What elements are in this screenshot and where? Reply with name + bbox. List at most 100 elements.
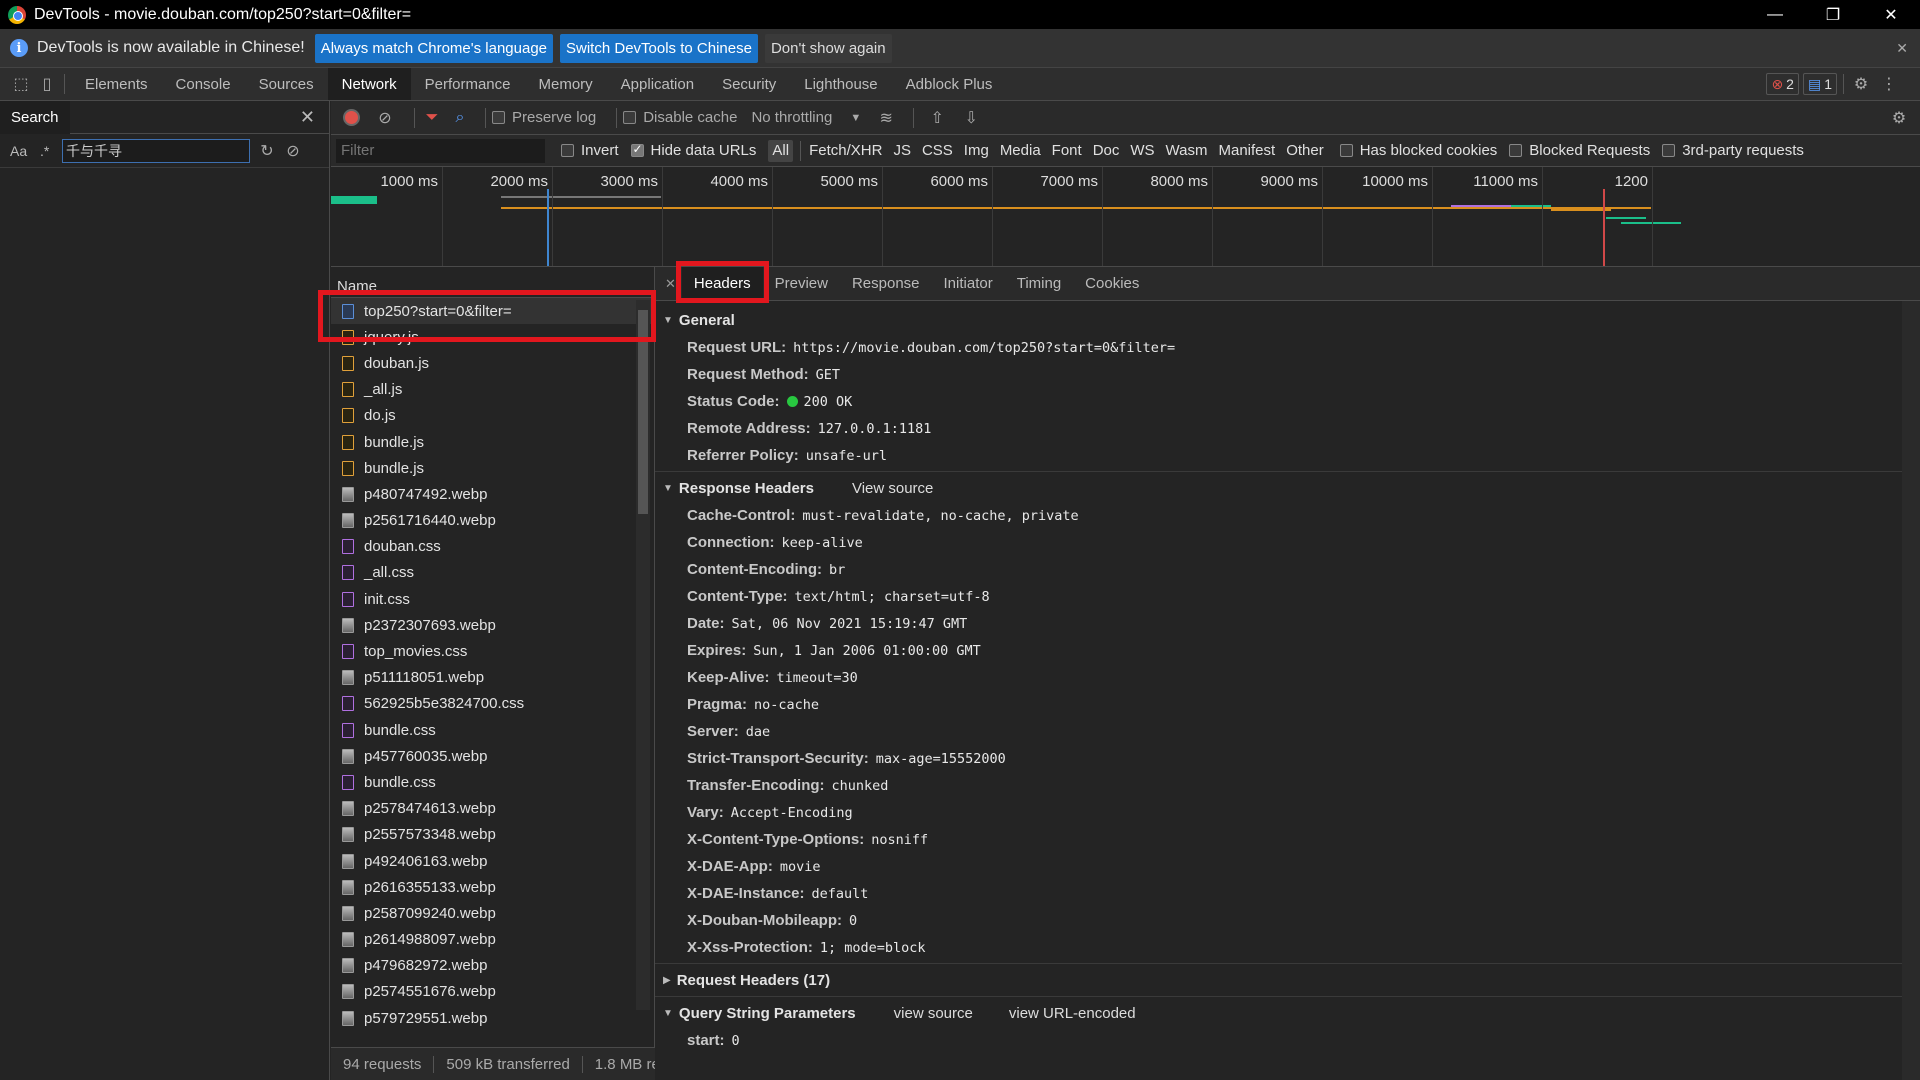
request-row[interactable]: top_movies.css [331,638,654,664]
request-list-scrollbar[interactable] [636,300,650,1010]
hide-data-urls-checkbox[interactable]: Hide data URLs [630,142,756,159]
request-row[interactable]: p579729551.webp [331,1005,654,1031]
request-row[interactable]: _all.js [331,377,654,403]
request-row[interactable]: _all.css [331,560,654,586]
request-row[interactable]: p2561716440.webp [331,508,654,534]
request-headers-section-header[interactable]: ▶ Request Headers (17) [655,966,1920,994]
request-row[interactable]: bundle.js [331,429,654,455]
filter-type-js[interactable]: JS [889,140,915,162]
search-icon[interactable]: ⌕ [449,107,471,129]
tab-preview[interactable]: Preview [763,267,840,300]
filter-type-doc[interactable]: Doc [1089,140,1124,162]
inspect-element-icon[interactable]: ⬚ [10,73,32,95]
request-row[interactable]: p2578474613.webp [331,796,654,822]
filter-type-other[interactable]: Other [1282,140,1328,162]
filter-type-manifest[interactable]: Manifest [1215,140,1280,162]
request-row[interactable]: p511118051.webp [331,665,654,691]
error-count-badge[interactable]: ⊗ 2 [1766,73,1799,95]
filter-type-font[interactable]: Font [1048,140,1086,162]
network-conditions-icon[interactable]: ≋ [875,107,897,129]
maximize-button[interactable]: ❐ [1810,0,1856,29]
close-detail-icon[interactable]: ✕ [665,276,676,292]
tab-lighthouse[interactable]: Lighthouse [790,68,891,100]
filter-input[interactable] [336,138,545,163]
tab-network[interactable]: Network [327,68,411,100]
settings-gear-icon[interactable]: ⚙ [1850,73,1872,95]
tab-sources[interactable]: Sources [245,68,328,100]
filter-type-css[interactable]: CSS [918,140,957,162]
export-har-icon[interactable]: ⇩ [960,107,982,129]
filter-type-img[interactable]: Img [960,140,993,162]
view-url-encoded-link[interactable]: view URL-encoded [1009,1005,1136,1022]
request-row[interactable]: p2372307693.webp [331,612,654,638]
disable-cache-checkbox[interactable]: Disable cache [623,109,737,126]
request-row[interactable]: p2587099240.webp [331,900,654,926]
request-row[interactable]: p2616355133.webp [331,874,654,900]
network-overview-timeline[interactable]: 1000 ms 2000 ms 3000 ms 4000 ms 5000 ms 6000 … [331,167,1920,267]
request-row[interactable]: p2574551676.webp [331,979,654,1005]
blocked-requests-checkbox[interactable]: Blocked Requests [1509,142,1650,159]
tab-initiator[interactable]: Initiator [932,267,1005,300]
regex-toggle[interactable]: .* [40,143,62,159]
request-row[interactable]: 562925b5e3824700.css [331,691,654,717]
filter-type-ws[interactable]: WS [1126,140,1158,162]
filter-type-all[interactable]: All [768,139,794,162]
device-toolbar-icon[interactable]: ▯ [36,73,58,95]
request-row[interactable]: bundle.css [331,717,654,743]
dont-show-again-button[interactable]: Don't show again [764,33,892,63]
request-row[interactable]: douban.css [331,534,654,560]
request-row[interactable]: init.css [331,586,654,612]
refresh-search-icon[interactable]: ↻ [256,140,278,162]
tab-security[interactable]: Security [708,68,790,100]
tab-console[interactable]: Console [162,68,245,100]
clear-search-icon[interactable]: ⊘ [282,140,304,162]
throttling-select[interactable]: No throttling ▼ [751,109,861,126]
preserve-log-checkbox[interactable]: Preserve log [492,109,596,126]
clear-log-icon[interactable]: ⊘ [374,107,396,129]
tab-response[interactable]: Response [840,267,932,300]
filter-icon[interactable]: ⏷ [421,107,443,129]
close-window-button[interactable]: ✕ [1868,0,1914,29]
record-button[interactable] [343,109,360,126]
request-row[interactable]: p492406163.webp [331,848,654,874]
filter-type-wasm[interactable]: Wasm [1162,140,1212,162]
search-tab[interactable]: Search [0,100,70,134]
filter-type-media[interactable]: Media [996,140,1045,162]
tab-cookies[interactable]: Cookies [1073,267,1151,300]
request-row[interactable]: p480747492.webp [331,481,654,507]
close-infobar-icon[interactable]: ✕ [1896,40,1908,57]
import-har-icon[interactable]: ⇧ [926,107,948,129]
request-row[interactable]: bundle.css [331,769,654,795]
request-row[interactable]: p2614988097.webp [331,927,654,953]
third-party-requests-checkbox[interactable]: 3rd-party requests [1662,142,1804,159]
general-section-header[interactable]: ▼ General [655,306,1920,334]
tab-timing[interactable]: Timing [1005,267,1073,300]
view-source-link[interactable]: View source [852,480,933,497]
always-match-language-button[interactable]: Always match Chrome's language [314,33,554,63]
request-row[interactable]: p479682972.webp [331,953,654,979]
query-params-section-header[interactable]: ▼ Query String Parameters view source view … [655,999,1920,1027]
headers-panel-scrollbar[interactable] [1902,301,1920,1080]
request-row[interactable]: do.js [331,403,654,429]
match-case-toggle[interactable]: Aa [10,143,40,159]
tab-memory[interactable]: Memory [525,68,607,100]
view-source-link[interactable]: view source [894,1005,973,1022]
more-options-icon[interactable]: ⋮ [1878,73,1900,95]
request-row[interactable]: douban.js [331,350,654,376]
invert-checkbox[interactable]: Invert [561,142,619,159]
has-blocked-cookies-checkbox[interactable]: Has blocked cookies [1339,142,1497,159]
request-row[interactable]: p457760035.webp [331,743,654,769]
request-row[interactable]: bundle.js [331,455,654,481]
filter-type-fetch-xhr[interactable]: Fetch/XHR [805,140,886,162]
switch-to-chinese-button[interactable]: Switch DevTools to Chinese [560,33,758,63]
message-count-badge[interactable]: ▤ 1 [1802,73,1837,95]
close-search-icon[interactable]: ✕ [300,107,315,128]
response-headers-section-header[interactable]: ▼ Response Headers View source [655,474,1920,502]
tab-adblock-plus[interactable]: Adblock Plus [892,68,1007,100]
tab-application[interactable]: Application [607,68,708,100]
search-input[interactable] [62,138,250,163]
minimize-button[interactable]: — [1752,0,1798,29]
request-row[interactable]: p2557573348.webp [331,822,654,848]
tab-performance[interactable]: Performance [411,68,525,100]
tab-elements[interactable]: Elements [71,68,162,100]
